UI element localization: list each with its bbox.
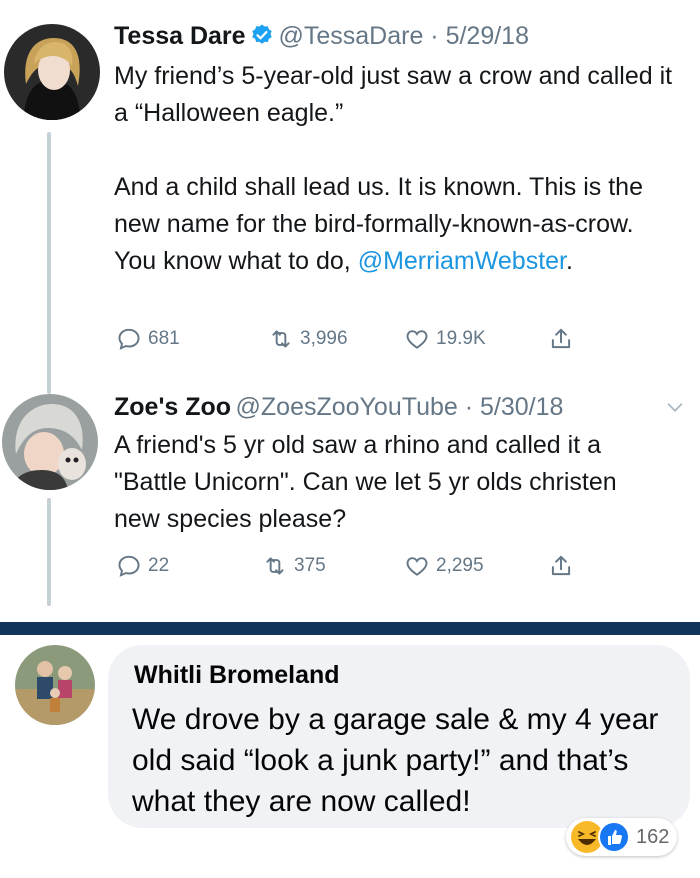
tweet-paragraph: And a child shall lead us. It is known. … xyxy=(114,169,674,280)
tweet-paragraph: My friend’s 5-year-old just saw a crow a… xyxy=(114,62,673,127)
tessa-dare-avatar[interactable] xyxy=(4,24,100,120)
author-name[interactable]: Zoe's Zoo xyxy=(114,393,231,421)
tweet-menu-chevron-icon[interactable] xyxy=(664,396,686,423)
commenter-avatar[interactable] xyxy=(15,645,95,725)
tweet-text: A friend's 5 yr old saw a rhino and call… xyxy=(114,431,617,533)
reply-count: 22 xyxy=(148,555,170,576)
reaction-count: 162 xyxy=(636,825,670,848)
like-button[interactable]: 19.9K xyxy=(404,326,486,352)
like-button[interactable]: 2,295 xyxy=(404,553,484,579)
like-count: 2,295 xyxy=(436,555,484,576)
share-button[interactable] xyxy=(548,553,574,579)
share-icon xyxy=(551,555,571,576)
reply-button[interactable]: 22 xyxy=(116,553,169,579)
like-reaction-icon xyxy=(598,821,630,853)
tweet-header: Tessa Dare @TessaDare · 5/29/18 xyxy=(114,22,529,51)
comment-text: We drove by a garage sale & my 4 year ol… xyxy=(132,703,659,818)
reply-button[interactable]: 681 xyxy=(116,326,180,352)
author-name[interactable]: Tessa Dare xyxy=(114,22,246,50)
handle-date[interactable]: @ZoesZooYouTube · 5/30/18 xyxy=(236,393,564,421)
handle-date[interactable]: @TessaDare · 5/29/18 xyxy=(278,22,529,50)
mention-link[interactable]: @MerriamWebster xyxy=(358,247,566,275)
share-icon xyxy=(551,328,571,349)
zoes-zoo-avatar[interactable] xyxy=(2,394,98,490)
comment-bubble: Whitli Bromeland We drove by a garage sa… xyxy=(108,645,690,828)
commenter-name[interactable]: Whitli Bromeland xyxy=(134,661,340,690)
section-divider xyxy=(0,622,700,635)
share-button[interactable] xyxy=(548,326,574,352)
thread-line xyxy=(47,132,51,394)
like-count: 19.9K xyxy=(436,328,486,349)
reply-icon xyxy=(118,328,140,350)
retweet-button[interactable]: 3,996 xyxy=(268,326,348,352)
retweet-icon xyxy=(272,330,290,348)
retweet-count: 3,996 xyxy=(300,328,348,349)
heart-icon xyxy=(406,330,428,349)
tweet-text: My friend’s 5-year-old just saw a crow a… xyxy=(114,58,674,280)
reply-icon xyxy=(118,555,140,577)
tweet-header: Zoe's Zoo @ZoesZooYouTube · 5/30/18 xyxy=(114,393,563,422)
retweet-button[interactable]: 375 xyxy=(262,553,326,579)
retweet-icon xyxy=(266,557,284,575)
retweet-count: 375 xyxy=(294,555,326,576)
verified-badge-icon xyxy=(250,23,274,47)
reply-count: 681 xyxy=(148,328,180,349)
reactions-summary[interactable]: 162 xyxy=(566,818,678,856)
heart-icon xyxy=(406,557,428,576)
mention-tail: . xyxy=(566,247,573,275)
thread-line xyxy=(47,498,51,606)
